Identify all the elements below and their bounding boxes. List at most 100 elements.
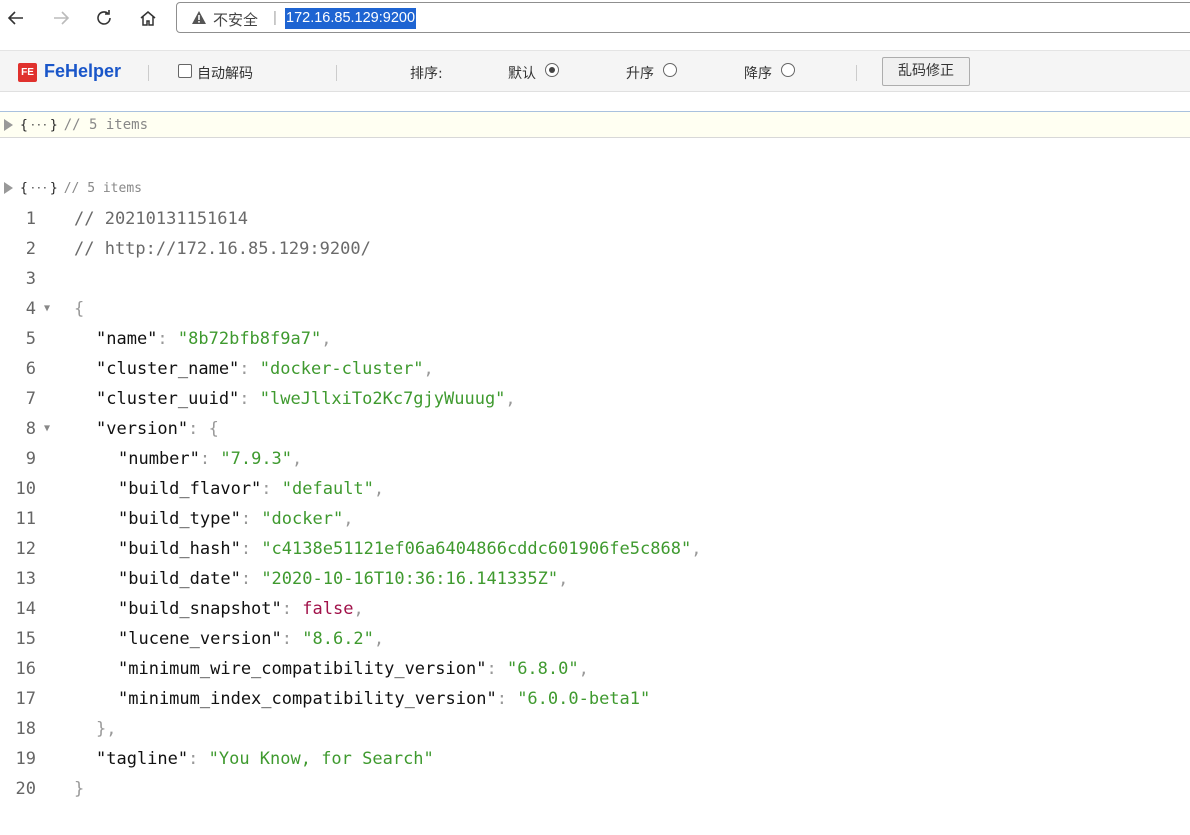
summary-row-secondary[interactable]: { ··· } // 5 items	[4, 178, 142, 198]
fold-toggle-icon[interactable]: ▼	[44, 414, 50, 444]
code-line: 9 "number": "7.9.3",	[0, 444, 1190, 474]
forward-button[interactable]	[47, 4, 75, 32]
json-punctuation: ,	[343, 509, 354, 529]
code-text: },	[74, 714, 116, 744]
json-string-value: "You Know, for Search"	[208, 749, 434, 769]
code-text: "build_hash": "c4138e51121ef06a6404866cd…	[74, 534, 701, 564]
json-punctuation: },	[96, 719, 117, 739]
code-line: 10 "build_flavor": "default",	[0, 474, 1190, 504]
json-punctuation: }	[74, 779, 85, 799]
json-punctuation: :	[188, 749, 209, 769]
line-number: 9	[25, 449, 36, 469]
code-line: 19 "tagline": "You Know, for Search"	[0, 744, 1190, 774]
insecure-label: 不安全	[213, 11, 259, 29]
close-brace: }	[49, 180, 58, 196]
sort-default-radio[interactable]	[545, 63, 559, 77]
json-string-value: "lweJllxiTo2Kc7gjyWuuug"	[259, 389, 506, 409]
fehelper-brand[interactable]: FeHelper	[44, 61, 121, 82]
json-punctuation: :	[239, 389, 260, 409]
code-line: 18},	[0, 714, 1190, 744]
line-number: 10	[15, 479, 36, 499]
expand-triangle-icon[interactable]	[4, 119, 13, 131]
json-punctuation: :	[281, 629, 303, 649]
code-text: "name": "8b72bfb8f9a7",	[74, 324, 331, 354]
sort-desc-label[interactable]: 降序	[744, 63, 772, 83]
line-number: 6	[25, 359, 36, 379]
code-text: "lucene_version": "8.6.2",	[74, 624, 384, 654]
line-number: 12	[15, 539, 36, 559]
code-line: 2 // http://172.16.85.129:9200/	[0, 234, 1190, 264]
line-number: 4	[25, 299, 36, 319]
divider	[148, 65, 149, 81]
code-line: 1 // 20210131151614	[0, 204, 1190, 234]
json-punctuation: ,	[578, 659, 589, 679]
code-line: 16 "minimum_wire_compatibility_version": …	[0, 654, 1190, 684]
back-button[interactable]	[2, 4, 30, 32]
code-line: 6 "cluster_name": "docker-cluster",	[0, 354, 1190, 384]
address-bar[interactable]: 不安全 | 172.16.85.129:9200	[176, 2, 1190, 33]
json-punctuation: ,	[505, 389, 516, 409]
json-code-view: 1 // 20210131151614 2 // http://172.16.85.1…	[0, 204, 1190, 804]
json-punctuation: :	[240, 539, 262, 559]
json-key: "cluster_name"	[96, 359, 240, 379]
line-number: 14	[15, 599, 36, 619]
arrow-right-icon	[54, 11, 70, 25]
json-boolean-value: false	[302, 599, 354, 619]
open-brace: {	[20, 180, 28, 196]
home-button[interactable]	[134, 4, 162, 32]
json-string-value: "8.6.2"	[302, 629, 374, 649]
json-punctuation: :	[239, 359, 260, 379]
sort-default-label[interactable]: 默认	[508, 63, 536, 83]
code-line: 17 "minimum_index_compatibility_version":…	[0, 684, 1190, 714]
fix-encoding-button[interactable]: 乱码修正	[882, 57, 970, 86]
json-punctuation: ,	[423, 359, 434, 379]
url-text[interactable]: 172.16.85.129:9200	[285, 8, 417, 29]
line-number: 18	[15, 719, 36, 739]
sort-desc-radio[interactable]	[781, 63, 795, 77]
fold-toggle-icon[interactable]: ▼	[44, 294, 50, 324]
summary-row[interactable]: { ··· } // 5 items	[4, 115, 148, 135]
json-comment: // 20210131151614	[74, 209, 248, 229]
open-brace: {	[20, 117, 28, 133]
sort-asc-label[interactable]: 升序	[626, 63, 654, 83]
auto-decode-label[interactable]: 自动解码	[197, 63, 253, 83]
line-number: 1	[25, 209, 36, 229]
json-key: "build_hash"	[118, 539, 241, 559]
json-punctuation: :	[486, 659, 507, 679]
json-punctuation: : {	[188, 419, 219, 439]
code-text: "build_snapshot": false,	[74, 594, 364, 624]
code-text: "minimum_index_compatibility_version": "…	[74, 684, 650, 714]
code-line: 3	[0, 264, 1190, 294]
line-number: 13	[15, 569, 36, 589]
code-text: }	[74, 774, 84, 804]
json-punctuation: :	[496, 689, 518, 709]
json-key: "build_flavor"	[118, 479, 262, 499]
arrow-left-icon	[7, 11, 23, 25]
code-text: "minimum_wire_compatibility_version": "6…	[74, 654, 589, 684]
json-string-value: "7.9.3"	[220, 449, 293, 469]
json-string-value: "6.0.0-beta1"	[517, 689, 651, 709]
code-text: {	[74, 294, 84, 324]
divider	[336, 65, 337, 81]
code-line: 4 ▼ {	[0, 294, 1190, 324]
reload-button[interactable]	[90, 4, 118, 32]
code-text: "cluster_uuid": "lweJllxiTo2Kc7gjyWuuug"…	[74, 384, 516, 414]
expand-triangle-icon[interactable]	[4, 182, 13, 194]
code-text: "cluster_name": "docker-cluster",	[74, 354, 434, 384]
code-line: 15 "lucene_version": "8.6.2",	[0, 624, 1190, 654]
close-brace: }	[49, 117, 58, 133]
json-punctuation: :	[240, 569, 262, 589]
warning-icon	[192, 11, 206, 24]
json-key: "build_date"	[118, 569, 241, 589]
sort-asc-radio[interactable]	[663, 63, 677, 77]
json-punctuation: :	[281, 599, 303, 619]
json-string-value: "docker-cluster"	[259, 359, 424, 379]
auto-decode-checkbox[interactable]	[178, 64, 192, 78]
line-number: 2	[25, 239, 36, 259]
json-punctuation: ,	[373, 479, 385, 499]
json-punctuation: ,	[321, 329, 332, 349]
code-text: "number": "7.9.3",	[74, 444, 302, 474]
json-punctuation: {	[74, 299, 85, 319]
code-line: 13 "build_date": "2020-10-16T10:36:16.141…	[0, 564, 1190, 594]
json-key: "name"	[96, 329, 158, 349]
